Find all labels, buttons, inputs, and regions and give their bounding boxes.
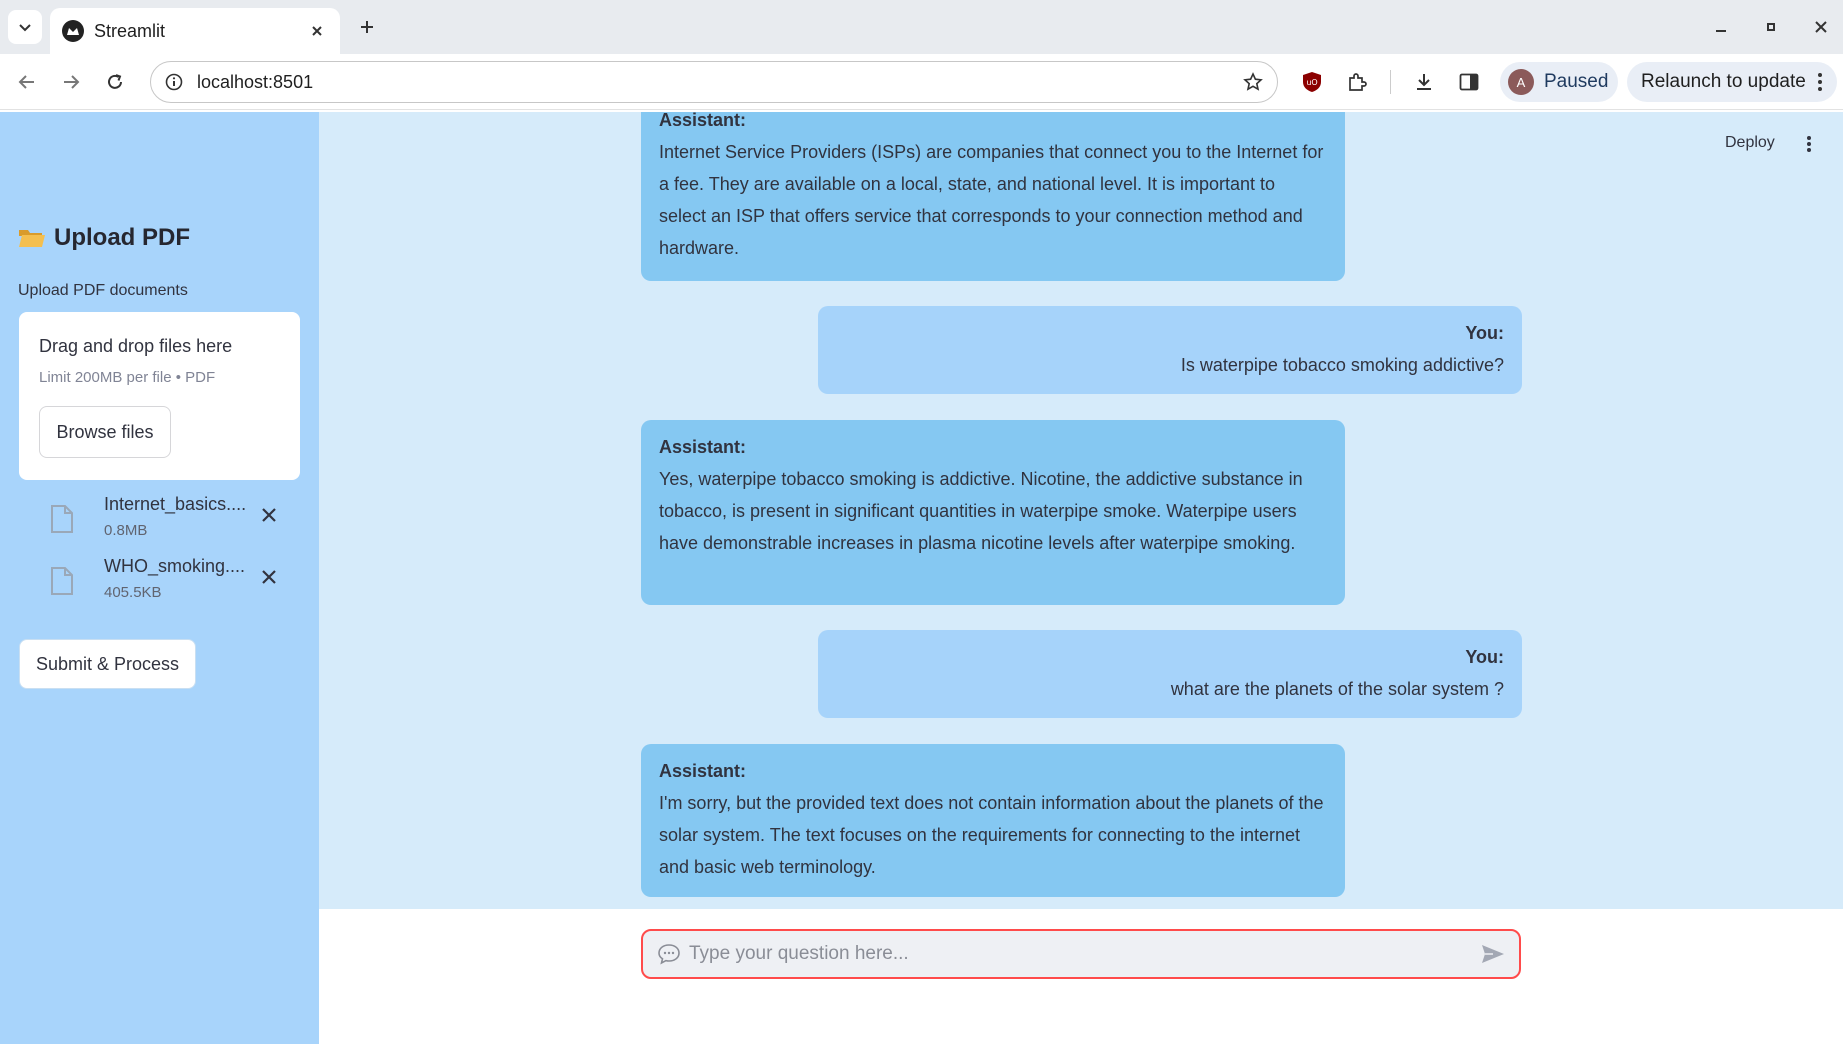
avatar: A: [1508, 69, 1534, 95]
info-icon[interactable]: [165, 73, 183, 91]
uploaded-file-item: WHO_smoking.... 405.5KB: [46, 556, 296, 608]
message-speaker: Assistant:: [659, 437, 747, 457]
message-text: Is waterpipe tobacco smoking addictive?: [1180, 355, 1504, 375]
chat-input-box[interactable]: [641, 929, 1521, 979]
side-panel-icon: [1459, 73, 1479, 91]
user-message: You: Is waterpipe tobacco smoking addict…: [818, 306, 1522, 394]
plus-icon: [361, 21, 373, 33]
browse-files-button[interactable]: Browse files: [39, 406, 171, 458]
forward-button[interactable]: [56, 67, 86, 97]
more-vertical-icon: [1807, 136, 1811, 152]
file-icon: [51, 505, 73, 533]
upload-caption: Upload PDF documents: [18, 282, 188, 299]
address-bar[interactable]: localhost:8501: [150, 61, 1278, 103]
extensions-button[interactable]: [1342, 67, 1372, 97]
side-panel-button[interactable]: [1454, 67, 1484, 97]
toolbar-divider: [1390, 70, 1391, 94]
arrow-left-icon: [18, 75, 34, 89]
chevron-down-icon: [19, 24, 31, 32]
streamlit-favicon-icon: [62, 20, 84, 42]
file-size: 0.8MB: [104, 522, 148, 539]
message-speaker: Assistant:: [659, 761, 747, 781]
sidebar-title: Upload PDF: [18, 224, 190, 252]
file-dropzone[interactable]: Drag and drop files here Limit 200MB per…: [19, 312, 300, 480]
dropzone-title: Drag and drop files here: [39, 336, 233, 356]
message-text: I'm sorry, but the provided text does no…: [659, 793, 1324, 877]
ublock-extension-button[interactable]: uO: [1297, 67, 1327, 97]
relaunch-label: Relaunch to update: [1641, 71, 1806, 92]
message-text: Yes, waterpipe tobacco smoking is addict…: [659, 469, 1303, 553]
reload-button[interactable]: [100, 67, 130, 97]
message-text: Internet Service Providers (ISPs) are co…: [659, 142, 1324, 258]
profile-status: Paused: [1544, 71, 1609, 92]
browser-toolbar: localhost:8501 uO A Paused Relaunch to u…: [0, 54, 1843, 166]
question-input[interactable]: [689, 943, 1481, 965]
assistant-message: Assistant: I'm sorry, but the provided t…: [641, 744, 1345, 897]
tab-title: Streamlit: [94, 20, 166, 41]
open-folder-icon: [19, 230, 45, 247]
chat-main-area: Deploy Assistant: Internet Service Provi…: [319, 112, 1843, 909]
close-icon: [1815, 21, 1827, 33]
uploaded-file-item: Internet_basics.... 0.8MB: [46, 494, 296, 546]
new-tab-button[interactable]: [352, 12, 382, 42]
chat-input-area: [319, 909, 1843, 1044]
relaunch-to-update-button[interactable]: Relaunch to update: [1627, 62, 1837, 102]
profile-button[interactable]: A Paused: [1500, 62, 1618, 102]
remove-file-button[interactable]: [256, 502, 282, 528]
user-message: You: what are the planets of the solar s…: [818, 630, 1522, 718]
close-icon: [262, 570, 276, 584]
browser-tab[interactable]: Streamlit: [50, 8, 340, 54]
deploy-button[interactable]: Deploy: [1725, 134, 1775, 152]
sidebar-title-text: Upload PDF: [54, 224, 190, 251]
tab-close-icon[interactable]: [306, 20, 328, 42]
chat-bubble-icon: [658, 944, 680, 965]
assistant-message: Assistant: Internet Service Providers (I…: [641, 112, 1345, 281]
sidebar: Upload PDF Upload PDF documents Drag and…: [0, 112, 319, 1044]
svg-text:uO: uO: [1306, 78, 1317, 87]
download-icon: [1417, 74, 1431, 90]
back-button[interactable]: [12, 67, 42, 97]
file-name: Internet_basics....: [104, 494, 247, 514]
message-speaker: You:: [1465, 647, 1504, 667]
bookmark-star-icon[interactable]: [1243, 72, 1263, 92]
minimize-icon: [1716, 30, 1726, 32]
remove-file-button[interactable]: [256, 564, 282, 590]
arrow-right-icon: [64, 75, 80, 89]
puzzle-icon: [1349, 73, 1367, 91]
downloads-button[interactable]: [1409, 67, 1439, 97]
message-speaker: Assistant:: [659, 112, 747, 130]
browser-tab-bar: Streamlit: [0, 0, 1843, 54]
file-size: 405.5KB: [104, 584, 162, 601]
dropzone-limit: Limit 200MB per file • PDF: [39, 369, 216, 386]
close-window-button[interactable]: [1806, 12, 1836, 42]
minimize-window-button[interactable]: [1706, 12, 1736, 42]
close-icon: [262, 508, 276, 522]
url-text[interactable]: localhost:8501: [197, 72, 1243, 93]
reload-icon: [108, 74, 122, 89]
maximize-icon: [1767, 23, 1775, 31]
message-text: what are the planets of the solar system…: [1170, 679, 1504, 699]
submit-process-button[interactable]: Submit & Process: [19, 639, 196, 689]
message-speaker: You:: [1465, 323, 1504, 343]
tab-search-button[interactable]: [8, 10, 42, 44]
file-name: WHO_smoking....: [104, 556, 246, 576]
send-icon[interactable]: [1481, 943, 1505, 965]
file-icon: [51, 567, 73, 595]
more-vertical-icon: [1818, 73, 1822, 91]
main-menu-button[interactable]: [1799, 134, 1819, 154]
shield-icon: uO: [1303, 72, 1321, 92]
assistant-message: Assistant: Yes, waterpipe tobacco smokin…: [641, 420, 1345, 605]
maximize-window-button[interactable]: [1756, 12, 1786, 42]
